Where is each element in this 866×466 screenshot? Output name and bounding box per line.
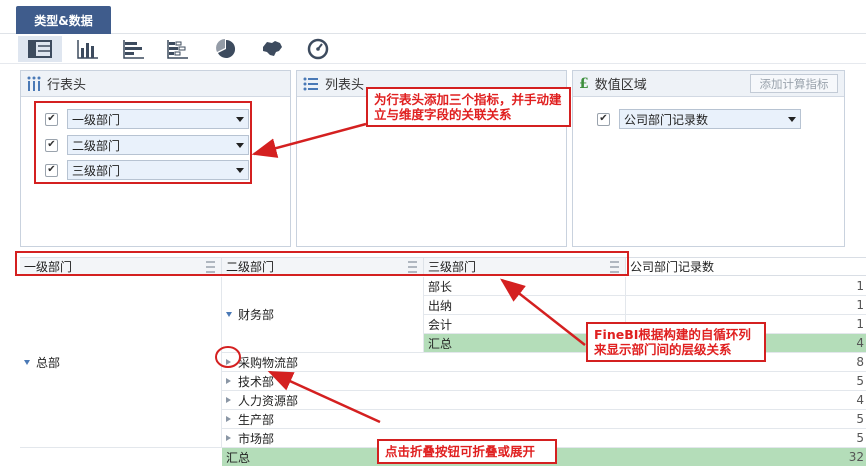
annotation-row-header: 为行表头添加三个指标，并手动建立与维度字段的关联关系 — [366, 87, 571, 127]
annotation-arrows — [251, 122, 586, 424]
annotation-hierarchy: FineBI根据构建的自循环列来显示部门间的层级关系 — [586, 322, 766, 362]
annotation-collapse: 点击折叠按钮可折叠或展开 — [377, 439, 557, 464]
